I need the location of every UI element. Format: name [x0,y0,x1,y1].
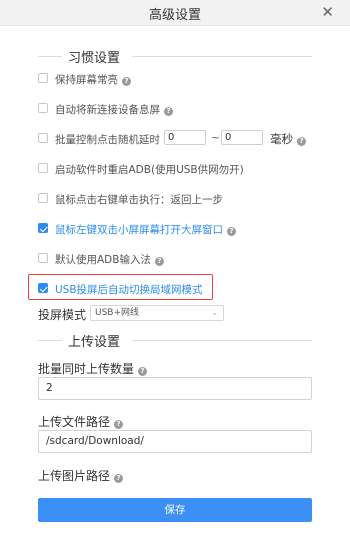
batch-upload-count-input[interactable]: 2 [38,377,312,400]
keep-screen-on-checkbox[interactable] [38,73,48,83]
habit-settings-header: 习惯设置 [38,47,312,66]
question-circle-icon[interactable]: ? [138,367,148,376]
section-title: 习惯设置 [64,47,125,66]
field-label: 上传文件路径 [38,415,111,429]
option-label: 批量控制点击随机延时 [55,134,160,146]
question-circle-icon[interactable]: ? [227,227,236,236]
delay-max-input[interactable]: 0 [221,130,263,145]
upload-file-path-input[interactable]: /sdcard/Download/ [38,430,312,453]
section-title: 上传设置 [64,331,125,350]
question-circle-icon[interactable]: ? [114,420,124,429]
option-label: USB投屏后自动切换局域网模式 [55,284,203,296]
double-click-open-checkbox[interactable] [38,223,48,233]
upload-file-path-label: 上传文件路径? [38,413,124,430]
question-circle-icon[interactable]: ? [297,137,306,146]
option-label: 启动软件时重启ADB(使用USB供网勿开) [55,164,244,176]
option-label: 自动将新连接设备息屏 [55,104,160,116]
default-adb-input-checkbox[interactable] [38,253,48,263]
projection-mode-select[interactable]: USB+网线 ⌄ [90,305,224,321]
delay-min-input[interactable]: 0 [164,130,206,145]
upload-image-path-label: 上传图片路径? [38,467,124,484]
right-click-back-checkbox[interactable] [38,193,48,203]
question-circle-icon[interactable]: ? [114,474,124,483]
upload-settings-header: 上传设置 [38,331,312,350]
close-icon[interactable]: ✕ [321,3,334,21]
batch-upload-count-label: 批量同时上传数量? [38,360,148,377]
title-bar: 高级设置 ✕ [0,0,350,26]
divider [132,340,312,341]
option-label: 默认使用ADB输入法 [55,254,151,266]
option-label: 鼠标点击右键单击执行：返回上一步 [55,194,223,206]
auto-sleep-checkbox[interactable] [38,103,48,113]
question-circle-icon[interactable]: ? [164,107,173,116]
field-label: 批量同时上传数量 [38,362,135,376]
divider [38,56,62,57]
restart-adb-checkbox[interactable] [38,163,48,173]
question-circle-icon[interactable]: ? [154,257,164,266]
question-circle-icon[interactable]: ? [122,77,131,86]
chevron-down-icon: ⌄ [211,308,218,317]
select-value: USB+网线 [95,308,140,318]
divider [132,56,312,57]
option-label: 保持屏幕常亮 [55,74,118,86]
delay-unit: 毫秒 [270,132,293,146]
window-title: 高级设置 [148,8,201,23]
option-label: 鼠标左键双击小屏屏幕打开大屏窗口 [55,224,223,236]
field-label: 上传图片路径 [38,469,111,483]
batch-random-delay-checkbox[interactable] [38,133,48,143]
divider [38,340,62,341]
range-separator: ~ [211,132,220,144]
usb-auto-lan-checkbox[interactable] [38,283,48,293]
projection-mode-label: 投屏模式 [38,308,87,322]
batch-random-delay-option[interactable]: 批量控制点击随机延时 0 ~ 0 毫秒? [38,130,312,146]
save-button[interactable]: 保存 [38,498,312,522]
